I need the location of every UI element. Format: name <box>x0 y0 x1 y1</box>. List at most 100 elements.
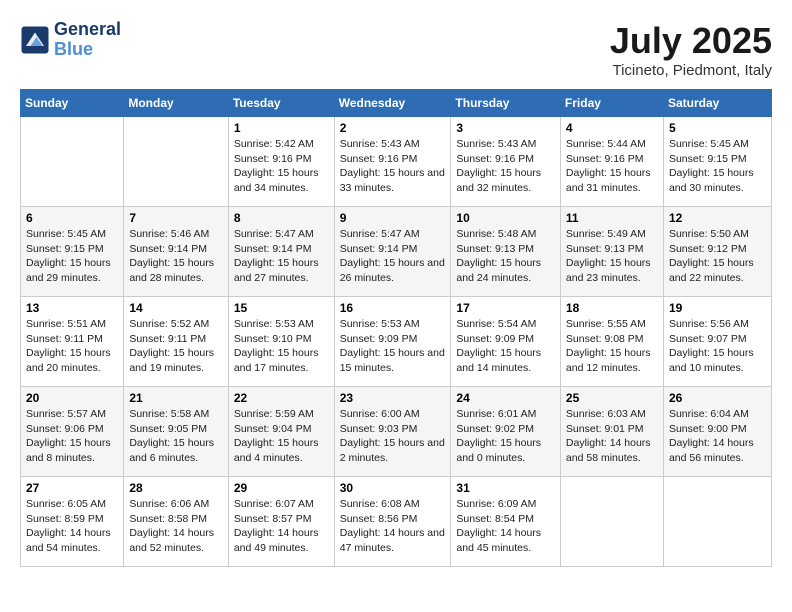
day-number: 14 <box>129 301 222 315</box>
col-sunday: Sunday <box>21 90 124 117</box>
logo-line1: General <box>54 20 121 40</box>
day-number: 12 <box>669 211 766 225</box>
day-info: Sunrise: 5:56 AMSunset: 9:07 PMDaylight:… <box>669 317 766 376</box>
calendar-cell: 25 Sunrise: 6:03 AMSunset: 9:01 PMDayligh… <box>560 387 663 477</box>
day-number: 15 <box>234 301 329 315</box>
calendar-cell: 28 Sunrise: 6:06 AMSunset: 8:58 PMDayligh… <box>124 477 228 567</box>
calendar-cell: 1 Sunrise: 5:42 AMSunset: 9:16 PMDaylight… <box>228 117 334 207</box>
day-info: Sunrise: 5:55 AMSunset: 9:08 PMDaylight:… <box>566 317 658 376</box>
month-title: July 2025 <box>610 20 772 62</box>
day-number: 6 <box>26 211 118 225</box>
day-info: Sunrise: 5:58 AMSunset: 9:05 PMDaylight:… <box>129 407 222 466</box>
day-number: 10 <box>456 211 555 225</box>
day-number: 9 <box>340 211 446 225</box>
day-number: 5 <box>669 121 766 135</box>
day-info: Sunrise: 5:59 AMSunset: 9:04 PMDaylight:… <box>234 407 329 466</box>
calendar-cell: 4 Sunrise: 5:44 AMSunset: 9:16 PMDaylight… <box>560 117 663 207</box>
header-row: Sunday Monday Tuesday Wednesday Thursday… <box>21 90 772 117</box>
day-info: Sunrise: 5:51 AMSunset: 9:11 PMDaylight:… <box>26 317 118 376</box>
day-info: Sunrise: 6:03 AMSunset: 9:01 PMDaylight:… <box>566 407 658 466</box>
day-number: 20 <box>26 391 118 405</box>
title-block: July 2025 Ticineto, Piedmont, Italy <box>610 20 772 79</box>
calendar-cell: 10 Sunrise: 5:48 AMSunset: 9:13 PMDayligh… <box>451 207 561 297</box>
calendar-cell: 24 Sunrise: 6:01 AMSunset: 9:02 PMDayligh… <box>451 387 561 477</box>
calendar-cell: 23 Sunrise: 6:00 AMSunset: 9:03 PMDayligh… <box>334 387 451 477</box>
calendar-cell: 2Sunrise: 5:43 AMSunset: 9:16 PMDaylight… <box>334 117 451 207</box>
calendar-cell: 22 Sunrise: 5:59 AMSunset: 9:04 PMDayligh… <box>228 387 334 477</box>
day-info: Sunrise: 5:50 AMSunset: 9:12 PMDaylight:… <box>669 227 766 286</box>
calendar-table: Sunday Monday Tuesday Wednesday Thursday… <box>20 89 772 567</box>
calendar-header: Sunday Monday Tuesday Wednesday Thursday… <box>21 90 772 117</box>
day-number: 19 <box>669 301 766 315</box>
day-number: 17 <box>456 301 555 315</box>
calendar-cell: 18 Sunrise: 5:55 AMSunset: 9:08 PMDayligh… <box>560 297 663 387</box>
day-info: Sunrise: 6:01 AMSunset: 9:02 PMDaylight:… <box>456 407 555 466</box>
day-info: Sunrise: 5:44 AMSunset: 9:16 PMDaylight:… <box>566 137 658 196</box>
calendar-week-3: 13 Sunrise: 5:51 AMSunset: 9:11 PMDayligh… <box>21 297 772 387</box>
calendar-cell: 14Sunrise: 5:52 AMSunset: 9:11 PMDayligh… <box>124 297 228 387</box>
day-number: 4 <box>566 121 658 135</box>
calendar-cell: 8Sunrise: 5:47 AMSunset: 9:14 PMDaylight… <box>228 207 334 297</box>
day-number: 16 <box>340 301 446 315</box>
calendar-cell <box>560 477 663 567</box>
day-info: Sunrise: 6:08 AMSunset: 8:56 PMDaylight:… <box>340 497 446 556</box>
day-info: Sunrise: 6:00 AMSunset: 9:03 PMDaylight:… <box>340 407 446 466</box>
calendar-cell: 19 Sunrise: 5:56 AMSunset: 9:07 PMDayligh… <box>663 297 771 387</box>
calendar-cell: 20 Sunrise: 5:57 AMSunset: 9:06 PMDayligh… <box>21 387 124 477</box>
day-number: 27 <box>26 481 118 495</box>
day-info: Sunrise: 6:04 AMSunset: 9:00 PMDaylight:… <box>669 407 766 466</box>
day-number: 31 <box>456 481 555 495</box>
calendar-cell: 9 Sunrise: 5:47 AMSunset: 9:14 PMDaylight… <box>334 207 451 297</box>
calendar-cell: 17 Sunrise: 5:54 AMSunset: 9:09 PMDayligh… <box>451 297 561 387</box>
calendar-cell: 29Sunrise: 6:07 AMSunset: 8:57 PMDayligh… <box>228 477 334 567</box>
col-monday: Monday <box>124 90 228 117</box>
calendar-cell: 12 Sunrise: 5:50 AMSunset: 9:12 PMDayligh… <box>663 207 771 297</box>
day-info: Sunrise: 5:53 AMSunset: 9:09 PMDaylight:… <box>340 317 446 376</box>
day-number: 22 <box>234 391 329 405</box>
day-number: 23 <box>340 391 446 405</box>
day-info: Sunrise: 5:45 AMSunset: 9:15 PMDaylight:… <box>26 227 118 286</box>
calendar-cell <box>21 117 124 207</box>
day-info: Sunrise: 5:43 AMSunset: 9:16 PMDaylight:… <box>456 137 555 196</box>
logo: General Blue <box>20 20 121 60</box>
day-info: Sunrise: 5:49 AMSunset: 9:13 PMDaylight:… <box>566 227 658 286</box>
day-info: Sunrise: 5:46 AMSunset: 9:14 PMDaylight:… <box>129 227 222 286</box>
day-number: 11 <box>566 211 658 225</box>
calendar-cell: 7 Sunrise: 5:46 AMSunset: 9:14 PMDaylight… <box>124 207 228 297</box>
calendar-cell <box>124 117 228 207</box>
logo-icon <box>20 25 50 55</box>
logo-line2: Blue <box>54 40 121 60</box>
day-number: 28 <box>129 481 222 495</box>
day-number: 7 <box>129 211 222 225</box>
day-info: Sunrise: 5:47 AMSunset: 9:14 PMDaylight:… <box>340 227 446 286</box>
day-info: Sunrise: 6:07 AMSunset: 8:57 PMDaylight:… <box>234 497 329 556</box>
calendar-week-5: 27Sunrise: 6:05 AMSunset: 8:59 PMDayligh… <box>21 477 772 567</box>
day-number: 26 <box>669 391 766 405</box>
day-number: 1 <box>234 121 329 135</box>
calendar-cell <box>663 477 771 567</box>
day-info: Sunrise: 5:48 AMSunset: 9:13 PMDaylight:… <box>456 227 555 286</box>
day-number: 2 <box>340 121 446 135</box>
calendar-cell: 31Sunrise: 6:09 AMSunset: 8:54 PMDayligh… <box>451 477 561 567</box>
col-thursday: Thursday <box>451 90 561 117</box>
calendar-cell: 3Sunrise: 5:43 AMSunset: 9:16 PMDaylight… <box>451 117 561 207</box>
calendar-week-2: 6 Sunrise: 5:45 AMSunset: 9:15 PMDaylight… <box>21 207 772 297</box>
day-info: Sunrise: 5:42 AMSunset: 9:16 PMDaylight:… <box>234 137 329 196</box>
day-info: Sunrise: 5:57 AMSunset: 9:06 PMDaylight:… <box>26 407 118 466</box>
day-number: 25 <box>566 391 658 405</box>
page-header: General Blue July 2025 Ticineto, Piedmon… <box>20 20 772 79</box>
calendar-cell: 30Sunrise: 6:08 AMSunset: 8:56 PMDayligh… <box>334 477 451 567</box>
day-number: 18 <box>566 301 658 315</box>
day-info: Sunrise: 5:45 AMSunset: 9:15 PMDaylight:… <box>669 137 766 196</box>
day-info: Sunrise: 6:06 AMSunset: 8:58 PMDaylight:… <box>129 497 222 556</box>
day-info: Sunrise: 5:54 AMSunset: 9:09 PMDaylight:… <box>456 317 555 376</box>
day-info: Sunrise: 5:47 AMSunset: 9:14 PMDaylight:… <box>234 227 329 286</box>
logo-text: General Blue <box>54 20 121 60</box>
calendar-cell: 11 Sunrise: 5:49 AMSunset: 9:13 PMDayligh… <box>560 207 663 297</box>
col-tuesday: Tuesday <box>228 90 334 117</box>
calendar-cell: 13 Sunrise: 5:51 AMSunset: 9:11 PMDayligh… <box>21 297 124 387</box>
day-number: 24 <box>456 391 555 405</box>
calendar-cell: 27Sunrise: 6:05 AMSunset: 8:59 PMDayligh… <box>21 477 124 567</box>
day-number: 13 <box>26 301 118 315</box>
calendar-week-1: 1 Sunrise: 5:42 AMSunset: 9:16 PMDaylight… <box>21 117 772 207</box>
